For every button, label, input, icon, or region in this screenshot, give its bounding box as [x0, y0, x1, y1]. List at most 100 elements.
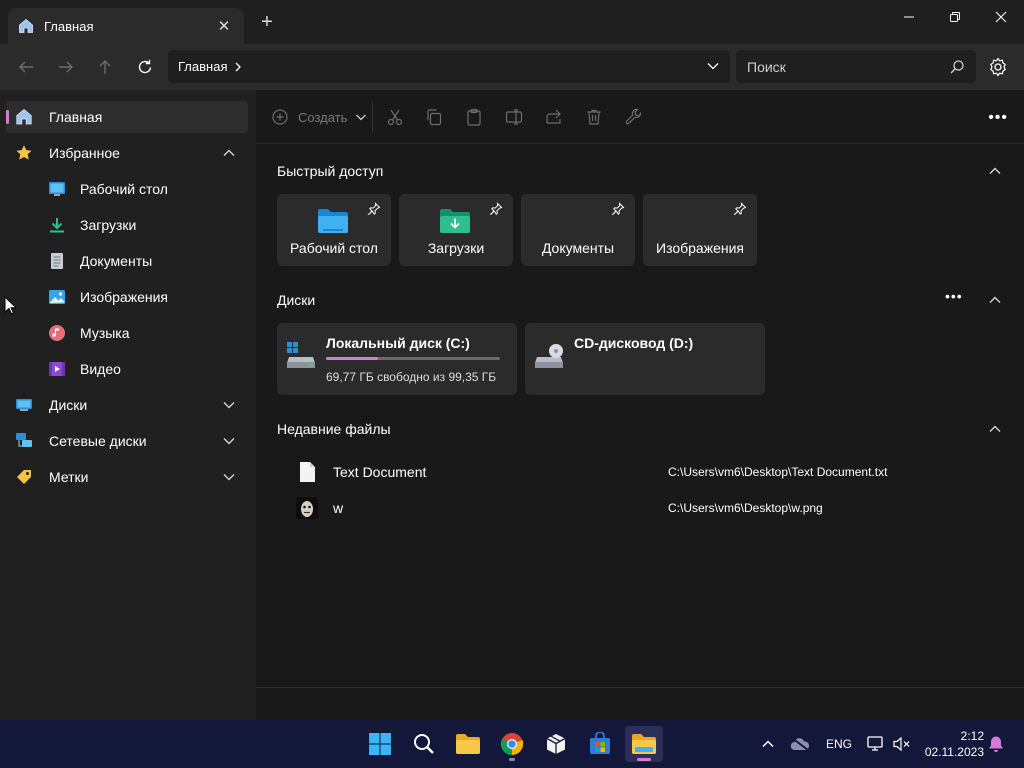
taskbar-file-explorer-active[interactable]	[625, 726, 663, 762]
rename-button[interactable]	[504, 107, 524, 127]
chevron-down-icon[interactable]	[222, 470, 236, 484]
drive-d[interactable]: CD-дисковод (D:)	[525, 323, 765, 395]
settings-gear-icon[interactable]	[987, 56, 1009, 78]
bell-icon	[989, 736, 1003, 752]
sidebar-item-drives[interactable]: Диски	[6, 389, 248, 421]
up-button[interactable]	[94, 56, 116, 78]
sidebar-item-video[interactable]: Видео	[6, 353, 248, 385]
more-options-button[interactable]: •••	[988, 110, 1008, 126]
taskbar-store[interactable]	[581, 726, 619, 762]
quick-access-documents[interactable]: Документы	[521, 194, 635, 266]
taskbar-search-button[interactable]	[405, 726, 443, 762]
refresh-button[interactable]	[134, 56, 156, 78]
sidebar-item-music[interactable]: Музыка	[6, 317, 248, 349]
address-bar[interactable]: Главная	[168, 50, 730, 83]
cut-button[interactable]	[385, 107, 405, 127]
breadcrumb-home[interactable]: Главная	[178, 59, 227, 74]
pin-icon[interactable]	[489, 202, 503, 216]
properties-button[interactable]	[624, 107, 644, 127]
sidebar-item-favorites[interactable]: Избранное	[6, 137, 248, 169]
clock[interactable]: 2:12 02.11.2023	[918, 728, 984, 760]
quick-access-pictures[interactable]: Изображения	[643, 194, 757, 266]
running-indicator	[637, 758, 651, 761]
video-icon	[48, 360, 66, 378]
taskbar: ENG 2:12 02.11.2023	[0, 720, 1024, 768]
tag-icon	[15, 468, 33, 486]
pin-icon[interactable]	[733, 202, 747, 216]
sidebar-item-documents[interactable]: Документы	[6, 245, 248, 277]
search-box[interactable]	[736, 50, 976, 83]
quick-access-desktop[interactable]: Рабочий стол	[277, 194, 391, 266]
sidebar-item-desktop[interactable]: Рабочий стол	[6, 173, 248, 205]
network-tray-button[interactable]	[866, 734, 886, 754]
chevron-up-icon[interactable]	[988, 164, 1002, 178]
search-icon[interactable]	[949, 59, 965, 75]
chevron-up-icon	[762, 740, 774, 748]
create-button[interactable]: Создать	[272, 107, 367, 127]
sidebar-item-home[interactable]: Главная	[6, 101, 248, 133]
clock-time: 2:12	[960, 729, 984, 743]
sidebar-item-downloads[interactable]: Загрузки	[6, 209, 248, 241]
close-button[interactable]	[978, 4, 1024, 30]
create-label: Создать	[298, 109, 348, 125]
sidebar-item-pictures[interactable]: Изображения	[6, 281, 248, 313]
onedrive-tray-button[interactable]	[790, 734, 810, 754]
chevron-up-icon[interactable]	[988, 422, 1002, 436]
sidebar-item-tags[interactable]: Метки	[6, 461, 248, 493]
chevron-down-icon[interactable]	[706, 59, 720, 73]
recent-file-row[interactable]: w C:\Users\vm6\Desktop\w.png	[256, 491, 1024, 525]
scissors-icon	[387, 109, 403, 126]
local-disk-icon	[287, 342, 315, 368]
rename-icon	[505, 109, 523, 125]
language-indicator[interactable]: ENG	[826, 737, 852, 751]
clock-date: 02.11.2023	[924, 745, 984, 759]
taskbar-chrome[interactable]	[493, 726, 531, 762]
tab-close-button[interactable]: ✕	[214, 17, 234, 35]
plus-circle-icon	[272, 109, 288, 125]
restore-icon	[950, 12, 960, 22]
drives-icon	[15, 396, 33, 414]
mouse-cursor-icon	[4, 296, 16, 315]
drives-more-button[interactable]: •••	[945, 288, 963, 304]
chrome-icon	[500, 733, 524, 755]
chevron-up-icon[interactable]	[988, 293, 1002, 307]
maximize-button[interactable]	[932, 4, 978, 30]
network-monitor-icon	[867, 736, 883, 751]
search-input[interactable]	[747, 58, 949, 75]
minimize-button[interactable]	[886, 4, 932, 30]
arrow-right-icon	[59, 61, 73, 73]
pin-icon[interactable]	[611, 202, 625, 216]
tab-home[interactable]: Главная ✕	[8, 8, 244, 44]
main-content: Создать ••• Быстрый доступ Рабочий стол …	[256, 90, 1024, 720]
windows-logo-icon	[369, 733, 391, 755]
forward-button[interactable]	[55, 56, 77, 78]
drive-c[interactable]: Локальный диск (C:) 69,77 ГБ свободно из…	[277, 323, 517, 395]
chevron-up-icon[interactable]	[222, 146, 236, 160]
copy-button[interactable]	[424, 107, 444, 127]
taskbar-package-app[interactable]	[537, 726, 575, 762]
back-button[interactable]	[15, 56, 37, 78]
wrench-icon	[625, 108, 642, 125]
recent-file-path: C:\Users\vm6\Desktop\w.png	[668, 501, 823, 515]
show-hidden-icons-button[interactable]	[758, 734, 778, 754]
volume-tray-button[interactable]	[892, 734, 912, 754]
notifications-button[interactable]	[986, 734, 1006, 754]
downloads-folder-icon	[440, 209, 470, 233]
delete-button[interactable]	[584, 107, 604, 127]
pin-icon[interactable]	[367, 202, 381, 216]
section-title-quick-access: Быстрый доступ	[277, 163, 384, 179]
sidebar-item-network[interactable]: Сетевые диски	[6, 425, 248, 457]
toolbar-divider	[372, 102, 373, 132]
quick-access-downloads[interactable]: Загрузки	[399, 194, 513, 266]
chevron-right-icon[interactable]	[233, 61, 243, 73]
chevron-down-icon[interactable]	[222, 434, 236, 448]
share-button[interactable]	[544, 107, 564, 127]
chevron-down-icon[interactable]	[222, 398, 236, 412]
pictures-icon	[48, 288, 66, 306]
taskbar-file-explorer-pinned[interactable]	[449, 726, 487, 762]
new-tab-button[interactable]: +	[257, 12, 277, 32]
paste-button[interactable]	[464, 107, 484, 127]
running-indicator	[509, 758, 515, 761]
start-button[interactable]	[361, 726, 399, 762]
recent-file-row[interactable]: Text Document C:\Users\vm6\Desktop\Text …	[256, 455, 1024, 489]
